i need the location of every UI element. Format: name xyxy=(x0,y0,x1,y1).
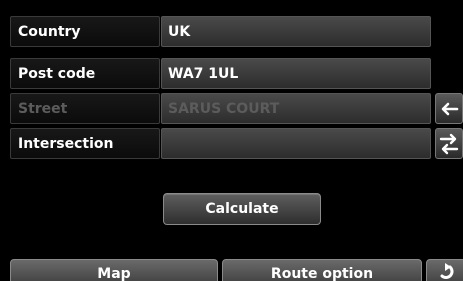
navigation-address-screen: Country UK Post code WA7 1UL Street SARU… xyxy=(0,0,463,281)
back-arrow-icon xyxy=(440,263,454,279)
postcode-field[interactable]: WA7 1UL xyxy=(161,58,431,89)
street-field[interactable]: SARUS COURT xyxy=(161,93,431,124)
postcode-row: Post code WA7 1UL xyxy=(10,58,431,89)
arrow-left-icon xyxy=(441,102,459,115)
swap-arrows-icon xyxy=(439,133,459,154)
route-option-button[interactable]: Route option xyxy=(222,259,422,281)
street-back-button[interactable] xyxy=(435,93,463,124)
country-row: Country UK xyxy=(10,16,431,47)
intersection-row: Intersection xyxy=(10,128,431,159)
country-field[interactable]: UK xyxy=(161,16,431,47)
intersection-swap-button[interactable] xyxy=(435,128,463,159)
postcode-label: Post code xyxy=(10,58,160,89)
map-button[interactable]: Map xyxy=(10,259,218,281)
back-button[interactable] xyxy=(426,259,463,281)
intersection-field[interactable] xyxy=(161,128,431,159)
calculate-button[interactable]: Calculate xyxy=(163,193,321,225)
intersection-label: Intersection xyxy=(10,128,160,159)
street-row: Street SARUS COURT xyxy=(10,93,431,124)
country-label: Country xyxy=(10,16,160,47)
street-label: Street xyxy=(10,93,160,124)
